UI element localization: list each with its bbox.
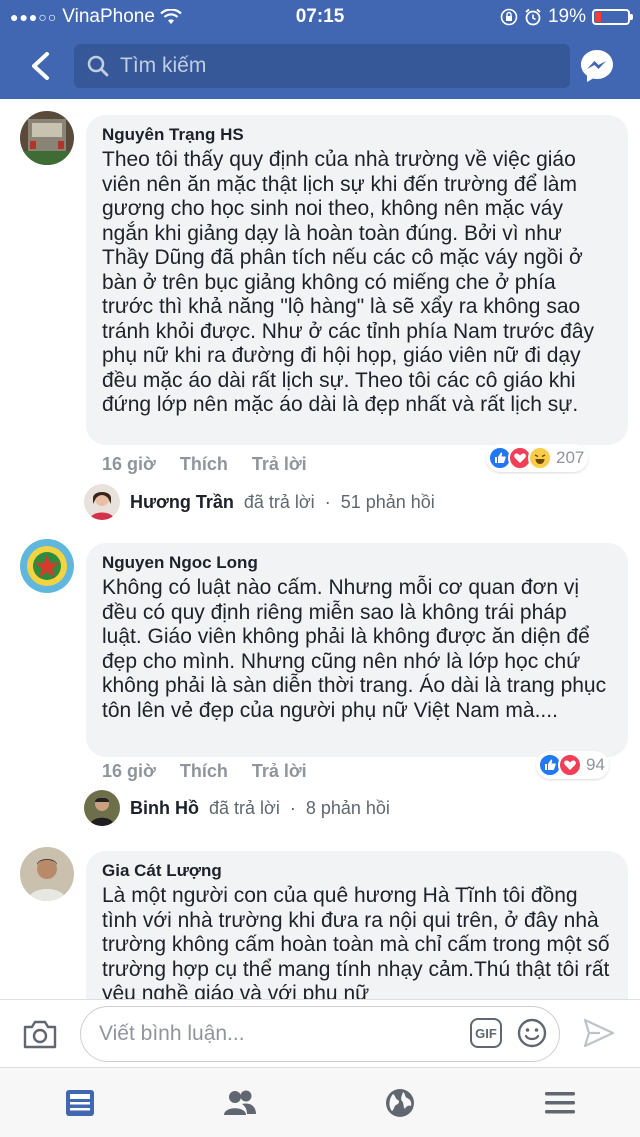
comment-bubble: Nguyen Ngoc Long Không có luật nào cấm. …	[86, 543, 628, 757]
bottom-navigation	[0, 1067, 640, 1137]
app-header: ●●●○○ VinaPhone 07:15 19% Tìm kiếm	[0, 0, 640, 99]
rotation-lock-icon	[500, 8, 518, 26]
emoji-button[interactable]	[516, 1017, 548, 1049]
haha-reaction-icon	[528, 446, 552, 470]
comment-list: Nguyên Trạng HS Theo tôi thấy quy định c…	[0, 99, 640, 999]
battery-level	[595, 12, 602, 22]
back-button[interactable]	[18, 44, 62, 88]
reply-summary[interactable]: Hương Trần đã trả lời · 51 phản hồi	[84, 484, 435, 520]
reaction-count: 207	[556, 448, 585, 467]
reply-button[interactable]: Trả lời	[252, 761, 307, 782]
like-button[interactable]: Thích	[180, 454, 228, 475]
comment-actions: 16 giờ Thích Trả lời	[102, 454, 307, 475]
status-right: 19%	[500, 6, 633, 28]
gif-button[interactable]: GIF	[470, 1018, 502, 1048]
avatar[interactable]	[84, 484, 120, 520]
search-placeholder: Tìm kiếm	[120, 54, 207, 77]
globe-icon	[386, 1088, 414, 1117]
reply-action: đã trả lời	[243, 491, 315, 512]
reply-separator: ·	[289, 797, 296, 818]
nav-globe[interactable]	[370, 1073, 430, 1133]
gif-icon: GIF	[475, 1025, 497, 1041]
reply-count: 51 phản hồi	[340, 491, 435, 512]
camera-button[interactable]	[22, 1018, 58, 1050]
search-icon	[87, 55, 109, 77]
back-arrow-icon	[32, 52, 49, 80]
send-icon	[583, 1018, 615, 1048]
comment-bubble: Nguyên Trạng HS Theo tôi thấy quy định c…	[86, 115, 628, 445]
battery-percent: 19%	[547, 6, 586, 27]
reply-summary[interactable]: Binh Hồ đã trả lời · 8 phản hồi	[84, 790, 390, 826]
reaction-summary[interactable]: 207	[486, 444, 589, 472]
reply-button[interactable]: Trả lời	[252, 454, 307, 475]
comment-composer: Viết bình luận... GIF	[0, 999, 640, 1067]
nav-menu[interactable]	[530, 1073, 590, 1133]
reaction-summary[interactable]: 94	[536, 751, 609, 779]
nav-friends[interactable]	[210, 1073, 270, 1133]
nav-feed[interactable]	[50, 1073, 110, 1133]
messenger-icon	[581, 50, 613, 82]
send-button[interactable]	[582, 1016, 616, 1050]
comment-author[interactable]: Nguyên Trạng HS	[102, 125, 612, 145]
comment-actions: 16 giờ Thích Trả lời	[102, 761, 307, 782]
love-reaction-icon	[558, 753, 582, 777]
status-bar: ●●●○○ VinaPhone 07:15 19%	[0, 0, 640, 34]
friends-icon	[224, 1090, 256, 1115]
menu-icon	[545, 1091, 575, 1113]
comment-time: 16 giờ	[102, 761, 156, 781]
comment-bubble: Gia Cát Lượng Là một người con của quê h…	[86, 851, 628, 999]
reaction-count: 94	[586, 755, 605, 774]
comment-placeholder: Viết bình luận...	[99, 1022, 245, 1045]
avatar[interactable]	[20, 111, 74, 165]
comment-text: Là một người con của quê hương Hà Tĩnh t…	[102, 884, 610, 999]
feed-icon	[66, 1089, 94, 1116]
alarm-icon	[525, 8, 541, 26]
emoji-icon	[517, 1018, 547, 1048]
comment-time: 16 giờ	[102, 454, 156, 474]
reply-separator: ·	[324, 491, 331, 512]
search-input[interactable]: Tìm kiếm	[74, 44, 570, 88]
messenger-button[interactable]	[578, 47, 616, 85]
comment-author[interactable]: Gia Cát Lượng	[102, 861, 612, 881]
reply-author: Hương Trần	[130, 491, 234, 512]
avatar[interactable]	[20, 539, 74, 593]
avatar[interactable]	[84, 790, 120, 826]
comment-text: Không có luật nào cấm. Nhưng mỗi cơ quan…	[102, 576, 607, 722]
comment-author[interactable]: Nguyen Ngoc Long	[102, 553, 612, 573]
avatar[interactable]	[20, 847, 74, 901]
like-button[interactable]: Thích	[180, 761, 228, 782]
comment-text: Theo tôi thấy quy định của nhà trường về…	[102, 148, 595, 416]
reply-count: 8 phản hồi	[305, 797, 390, 818]
reply-author: Binh Hồ	[130, 797, 199, 818]
battery-icon	[592, 9, 633, 25]
camera-icon	[23, 1020, 57, 1049]
reply-action: đã trả lời	[209, 797, 280, 818]
